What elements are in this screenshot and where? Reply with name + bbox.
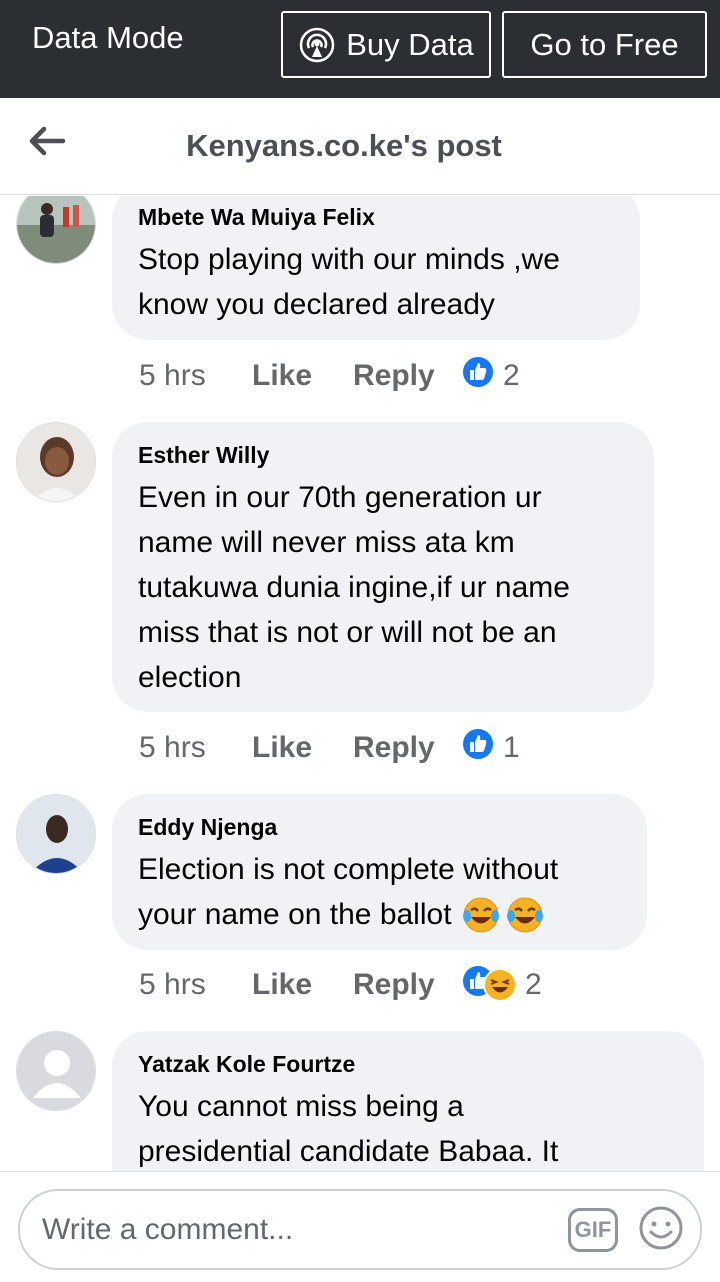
tears-of-joy-icon	[506, 896, 544, 934]
reaction-count: 2	[503, 359, 520, 392]
comment-input[interactable]: Write a comment... GIF	[18, 1189, 702, 1270]
avatar[interactable]	[16, 196, 96, 264]
smiley-icon[interactable]	[638, 1205, 684, 1251]
comment-author[interactable]: Eddy Njenga	[138, 814, 621, 841]
like-button[interactable]: Like	[252, 968, 353, 1002]
comment-bubble: Eddy Njenga Election is not complete wit…	[112, 794, 647, 950]
page-title: Kenyans.co.ke's post	[186, 128, 502, 163]
reply-button[interactable]: Reply	[353, 359, 461, 393]
data-mode-bar: Data Mode Buy Data Go to Free	[0, 0, 720, 98]
comment-text: You cannot miss being a presidential can…	[138, 1090, 559, 1168]
comment-actions: 5 hrs Like Reply 1	[139, 727, 520, 769]
comment-text: Stop playing with our minds ,we know you…	[138, 243, 560, 321]
comment-author[interactable]: Mbete Wa Muiya Felix	[138, 204, 614, 231]
go-to-free-button[interactable]: Go to Free	[502, 11, 707, 78]
broadcast-icon	[298, 26, 336, 64]
haha-reaction-icon	[483, 968, 517, 1002]
comment-composer: Write a comment... GIF	[0, 1171, 720, 1282]
like-reaction-icon	[461, 727, 495, 769]
like-button[interactable]: Like	[252, 359, 353, 393]
go-to-free-label: Go to Free	[530, 26, 679, 62]
like-reaction-icon	[461, 355, 495, 397]
comment-author[interactable]: Esther Willy	[138, 442, 628, 469]
comment-placeholder: Write a comment...	[42, 1213, 294, 1246]
like-button[interactable]: Like	[252, 731, 353, 765]
comment-actions: 5 hrs Like Reply 2	[139, 355, 520, 397]
reactions-summary[interactable]: 1	[461, 727, 520, 769]
post-header: Kenyans.co.ke's post	[0, 98, 720, 195]
tears-of-joy-icon	[462, 896, 500, 934]
comment-list[interactable]: Mbete Wa Muiya Felix Stop playing with o…	[0, 196, 720, 1171]
avatar[interactable]	[16, 794, 96, 874]
comment-bubble: Yatzak Kole Fourtze You cannot miss bein…	[112, 1031, 704, 1171]
comment-time: 5 hrs	[139, 359, 206, 392]
avatar[interactable]	[16, 422, 96, 502]
avatar[interactable]	[16, 1031, 96, 1111]
comment-time: 5 hrs	[139, 731, 206, 764]
comment-bubble: Esther Willy Even in our 70th generation…	[112, 422, 654, 712]
reaction-count: 1	[503, 731, 520, 764]
data-mode-label: Data Mode	[32, 20, 184, 55]
comment-actions: 5 hrs Like Reply 2	[139, 964, 542, 1006]
reactions-summary[interactable]: 2	[461, 355, 520, 397]
gif-icon[interactable]: GIF	[568, 1208, 618, 1252]
comment-bubble: Mbete Wa Muiya Felix Stop playing with o…	[112, 196, 640, 340]
comment-author[interactable]: Yatzak Kole Fourtze	[138, 1051, 678, 1078]
reply-button[interactable]: Reply	[353, 968, 461, 1002]
reply-button[interactable]: Reply	[353, 731, 461, 765]
buy-data-button[interactable]: Buy Data	[281, 11, 491, 78]
comment-text: Even in our 70th generation ur name will…	[138, 481, 570, 694]
reaction-count: 2	[525, 968, 542, 1001]
buy-data-label: Buy Data	[346, 26, 474, 62]
comment-time: 5 hrs	[139, 968, 206, 1001]
comment-text: Election is not complete without your na…	[138, 847, 621, 937]
reactions-summary[interactable]: 2	[461, 964, 542, 1006]
